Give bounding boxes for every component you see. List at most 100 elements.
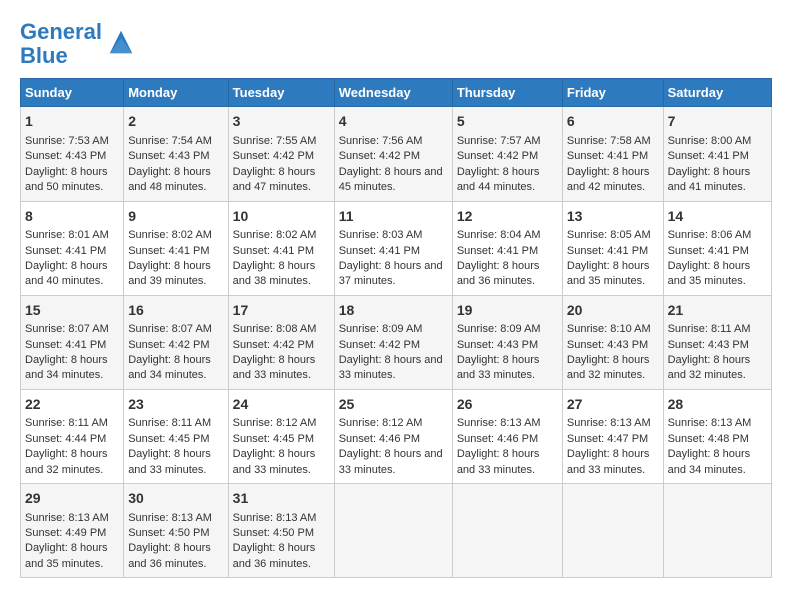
daylight-label: Daylight: 8 hours and 37 minutes. <box>339 260 443 287</box>
calendar-cell: 21 Sunrise: 8:11 AM Sunset: 4:43 PM Dayl… <box>663 295 771 389</box>
sunset-label: Sunset: 4:47 PM <box>567 433 648 445</box>
calendar-cell: 28 Sunrise: 8:13 AM Sunset: 4:48 PM Dayl… <box>663 389 771 483</box>
calendar-cell: 7 Sunrise: 8:00 AM Sunset: 4:41 PM Dayli… <box>663 107 771 201</box>
sunset-label: Sunset: 4:50 PM <box>128 527 209 539</box>
calendar-week-row: 29 Sunrise: 8:13 AM Sunset: 4:49 PM Dayl… <box>21 484 772 578</box>
day-number: 18 <box>339 301 448 321</box>
sunrise-label: Sunrise: 8:13 AM <box>567 417 651 429</box>
sunset-label: Sunset: 4:43 PM <box>25 150 106 162</box>
day-number: 24 <box>233 395 330 415</box>
day-number: 8 <box>25 207 119 227</box>
sunset-label: Sunset: 4:41 PM <box>457 245 538 257</box>
daylight-label: Daylight: 8 hours and 41 minutes. <box>668 166 751 193</box>
day-number: 12 <box>457 207 558 227</box>
calendar-cell: 24 Sunrise: 8:12 AM Sunset: 4:45 PM Dayl… <box>228 389 334 483</box>
calendar-table: SundayMondayTuesdayWednesdayThursdayFrid… <box>20 78 772 578</box>
calendar-cell: 20 Sunrise: 8:10 AM Sunset: 4:43 PM Dayl… <box>562 295 663 389</box>
sunrise-label: Sunrise: 8:00 AM <box>668 135 752 147</box>
weekday-header: Sunday <box>21 79 124 107</box>
weekday-header: Thursday <box>452 79 562 107</box>
daylight-label: Daylight: 8 hours and 35 minutes. <box>25 542 108 569</box>
sunrise-label: Sunrise: 7:57 AM <box>457 135 541 147</box>
sunrise-label: Sunrise: 8:11 AM <box>668 323 751 335</box>
calendar-cell: 8 Sunrise: 8:01 AM Sunset: 4:41 PM Dayli… <box>21 201 124 295</box>
sunset-label: Sunset: 4:42 PM <box>233 339 314 351</box>
day-number: 20 <box>567 301 659 321</box>
calendar-cell: 25 Sunrise: 8:12 AM Sunset: 4:46 PM Dayl… <box>334 389 452 483</box>
sunrise-label: Sunrise: 8:03 AM <box>339 229 423 241</box>
day-number: 1 <box>25 112 119 132</box>
day-number: 9 <box>128 207 223 227</box>
calendar-cell: 14 Sunrise: 8:06 AM Sunset: 4:41 PM Dayl… <box>663 201 771 295</box>
sunset-label: Sunset: 4:42 PM <box>457 150 538 162</box>
weekday-header: Monday <box>124 79 228 107</box>
daylight-label: Daylight: 8 hours and 38 minutes. <box>233 260 316 287</box>
day-number: 10 <box>233 207 330 227</box>
day-number: 17 <box>233 301 330 321</box>
sunset-label: Sunset: 4:43 PM <box>567 339 648 351</box>
daylight-label: Daylight: 8 hours and 33 minutes. <box>233 448 316 475</box>
calendar-cell: 31 Sunrise: 8:13 AM Sunset: 4:50 PM Dayl… <box>228 484 334 578</box>
day-number: 25 <box>339 395 448 415</box>
daylight-label: Daylight: 8 hours and 35 minutes. <box>668 260 751 287</box>
daylight-label: Daylight: 8 hours and 47 minutes. <box>233 166 316 193</box>
calendar-cell: 10 Sunrise: 8:02 AM Sunset: 4:41 PM Dayl… <box>228 201 334 295</box>
daylight-label: Daylight: 8 hours and 33 minutes. <box>128 448 211 475</box>
day-number: 4 <box>339 112 448 132</box>
weekday-header: Tuesday <box>228 79 334 107</box>
sunset-label: Sunset: 4:48 PM <box>668 433 749 445</box>
sunrise-label: Sunrise: 7:55 AM <box>233 135 317 147</box>
sunrise-label: Sunrise: 8:02 AM <box>128 229 212 241</box>
sunset-label: Sunset: 4:41 PM <box>25 339 106 351</box>
sunset-label: Sunset: 4:45 PM <box>128 433 209 445</box>
daylight-label: Daylight: 8 hours and 34 minutes. <box>128 354 211 381</box>
calendar-cell: 11 Sunrise: 8:03 AM Sunset: 4:41 PM Dayl… <box>334 201 452 295</box>
sunset-label: Sunset: 4:49 PM <box>25 527 106 539</box>
calendar-cell: 2 Sunrise: 7:54 AM Sunset: 4:43 PM Dayli… <box>124 107 228 201</box>
sunset-label: Sunset: 4:41 PM <box>567 245 648 257</box>
sunrise-label: Sunrise: 7:54 AM <box>128 135 212 147</box>
sunset-label: Sunset: 4:43 PM <box>668 339 749 351</box>
sunrise-label: Sunrise: 8:13 AM <box>25 512 109 524</box>
calendar-cell: 19 Sunrise: 8:09 AM Sunset: 4:43 PM Dayl… <box>452 295 562 389</box>
calendar-cell <box>663 484 771 578</box>
sunset-label: Sunset: 4:41 PM <box>668 245 749 257</box>
sunset-label: Sunset: 4:43 PM <box>457 339 538 351</box>
day-number: 5 <box>457 112 558 132</box>
sunset-label: Sunset: 4:46 PM <box>339 433 420 445</box>
calendar-week-row: 22 Sunrise: 8:11 AM Sunset: 4:44 PM Dayl… <box>21 389 772 483</box>
day-number: 14 <box>668 207 767 227</box>
sunrise-label: Sunrise: 8:01 AM <box>25 229 109 241</box>
calendar-cell: 17 Sunrise: 8:08 AM Sunset: 4:42 PM Dayl… <box>228 295 334 389</box>
day-number: 13 <box>567 207 659 227</box>
day-number: 26 <box>457 395 558 415</box>
sunrise-label: Sunrise: 8:13 AM <box>128 512 212 524</box>
logo-text: GeneralBlue <box>20 20 102 68</box>
day-number: 31 <box>233 489 330 509</box>
day-number: 28 <box>668 395 767 415</box>
daylight-label: Daylight: 8 hours and 45 minutes. <box>339 166 443 193</box>
sunset-label: Sunset: 4:41 PM <box>25 245 106 257</box>
sunset-label: Sunset: 4:42 PM <box>128 339 209 351</box>
daylight-label: Daylight: 8 hours and 33 minutes. <box>339 448 443 475</box>
logo: GeneralBlue <box>20 20 136 68</box>
sunrise-label: Sunrise: 8:07 AM <box>128 323 212 335</box>
weekday-header: Friday <box>562 79 663 107</box>
day-number: 11 <box>339 207 448 227</box>
calendar-cell: 29 Sunrise: 8:13 AM Sunset: 4:49 PM Dayl… <box>21 484 124 578</box>
sunrise-label: Sunrise: 8:11 AM <box>25 417 108 429</box>
calendar-cell: 1 Sunrise: 7:53 AM Sunset: 4:43 PM Dayli… <box>21 107 124 201</box>
sunrise-label: Sunrise: 8:05 AM <box>567 229 651 241</box>
daylight-label: Daylight: 8 hours and 36 minutes. <box>128 542 211 569</box>
sunrise-label: Sunrise: 8:13 AM <box>233 512 317 524</box>
sunset-label: Sunset: 4:41 PM <box>567 150 648 162</box>
sunset-label: Sunset: 4:41 PM <box>668 150 749 162</box>
daylight-label: Daylight: 8 hours and 33 minutes. <box>457 448 540 475</box>
daylight-label: Daylight: 8 hours and 36 minutes. <box>457 260 540 287</box>
sunrise-label: Sunrise: 8:10 AM <box>567 323 651 335</box>
calendar-cell: 18 Sunrise: 8:09 AM Sunset: 4:42 PM Dayl… <box>334 295 452 389</box>
sunset-label: Sunset: 4:41 PM <box>128 245 209 257</box>
daylight-label: Daylight: 8 hours and 40 minutes. <box>25 260 108 287</box>
daylight-label: Daylight: 8 hours and 36 minutes. <box>233 542 316 569</box>
calendar-cell: 4 Sunrise: 7:56 AM Sunset: 4:42 PM Dayli… <box>334 107 452 201</box>
